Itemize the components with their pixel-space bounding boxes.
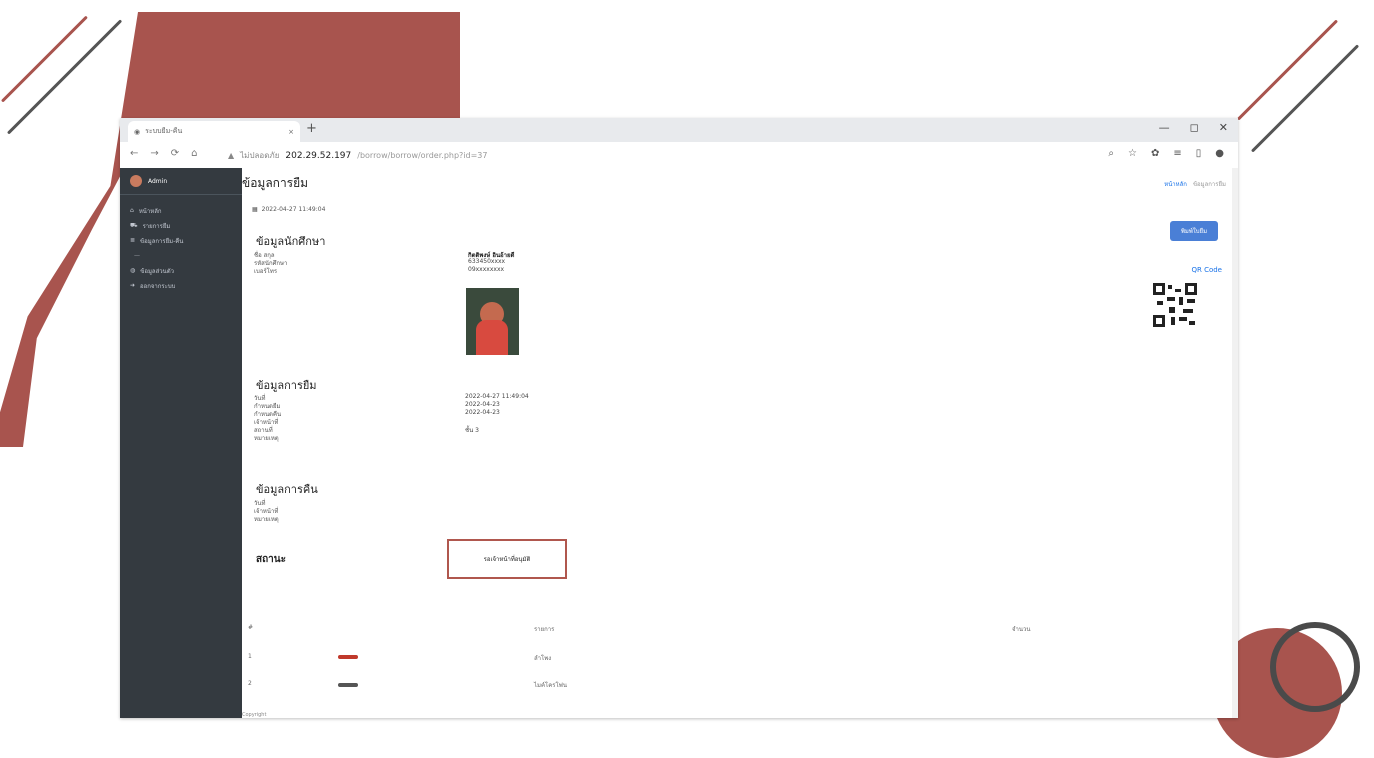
item-image xyxy=(338,683,358,687)
not-secure-label: ไม่ปลอดภัย xyxy=(240,151,280,160)
breadcrumb: หน้าหลัก ข้อมูลการยืม xyxy=(1164,179,1226,189)
warning-icon: ▲ xyxy=(228,151,235,160)
profile-icon[interactable]: ● xyxy=(1215,148,1224,159)
student-phone: 09xxxxxxxx xyxy=(468,266,505,273)
window-controls: — ◻ ✕ xyxy=(1159,121,1228,134)
browser-window: ◉ ระบบยืม-คืน × + — ◻ ✕ ← → ⟳ ⌂ ▲ ไม่ปลอ… xyxy=(120,118,1238,718)
student-heading: ข้อมูลนักศึกษา xyxy=(256,235,326,248)
borrow-due: 2022-04-23 xyxy=(465,409,500,416)
browser-toolbar-icons: ⌕ ☆ ✿ ≡ ▯ ● xyxy=(1108,148,1224,159)
home-icon: ⌂ xyxy=(130,207,134,214)
page-title: ข้อมูลการยืม xyxy=(242,176,309,190)
print-button[interactable]: พิมพ์ใบยืม xyxy=(1170,221,1218,241)
logout-icon: ➜ xyxy=(130,282,136,289)
user-icon: ◍ xyxy=(130,267,136,274)
tab-bar: ◉ ระบบยืม-คืน × + — ◻ ✕ xyxy=(120,118,1238,142)
main-content: ข้อมูลการยืม หน้าหลัก ข้อมูลการยืม ▦ 202… xyxy=(242,168,1232,718)
brand-name: Admin xyxy=(148,177,168,185)
minimize-button[interactable]: — xyxy=(1159,121,1170,134)
cart-icon: ⛟ xyxy=(130,221,138,229)
back-button[interactable]: ← xyxy=(130,148,138,159)
breadcrumb-home[interactable]: หน้าหลัก xyxy=(1164,179,1187,189)
status-label: สถานะ xyxy=(256,554,286,565)
forward-button[interactable]: → xyxy=(150,148,158,159)
table-header-no: # xyxy=(248,624,254,631)
url-host: 202.29.52.197 xyxy=(285,150,352,161)
list-icon: ≣ xyxy=(130,237,136,244)
url-field[interactable]: ▲ ไม่ปลอดภัย 202.29.52.197 /borrow/borro… xyxy=(228,149,487,162)
sidebar-item-label: ข้อมูลส่วนตัว xyxy=(140,267,174,275)
borrow-start: 2022-04-23 xyxy=(465,401,500,408)
borrow-date: 2022-04-27 11:49:04 xyxy=(465,393,529,400)
maximize-button[interactable]: ◻ xyxy=(1190,121,1199,134)
sidebar-item-history[interactable]: ≣ ข้อมูลการยืม-คืน xyxy=(120,233,242,248)
decor-line xyxy=(1236,19,1339,121)
table-header-qty: จำนวน xyxy=(1012,626,1031,633)
student-photo xyxy=(466,288,519,355)
qr-code-link[interactable]: QR Code xyxy=(1191,266,1222,274)
sidebar-item-borrow[interactable]: ⛟ รายการยืม xyxy=(120,218,242,233)
borrow-heading: ข้อมูลการยืม xyxy=(256,379,317,392)
table-row-no: 1 xyxy=(248,653,252,660)
order-date: ▦ 2022-04-27 11:49:04 xyxy=(252,206,325,213)
sidebar-item-label: หน้าหลัก xyxy=(138,207,162,215)
close-tab-icon[interactable]: × xyxy=(288,128,294,136)
borrow-location: ชั้น 3 xyxy=(465,427,479,434)
sidebar-item-label: รายการยืม xyxy=(142,222,171,230)
playlist-icon[interactable]: ≡ xyxy=(1173,148,1181,159)
table-header-item: รายการ xyxy=(534,626,555,633)
reload-button[interactable]: ⟳ xyxy=(171,148,179,159)
sidebar-item-logout[interactable]: ➜ ออกจากระบบ xyxy=(120,278,242,293)
home-button[interactable]: ⌂ xyxy=(191,148,197,159)
browser-tab[interactable]: ◉ ระบบยืม-คืน × xyxy=(128,121,300,142)
sidebar-subitem: — xyxy=(134,252,140,259)
logo-icon xyxy=(130,175,142,187)
globe-icon: ◉ xyxy=(134,127,141,136)
calendar-icon: ▦ xyxy=(252,206,258,213)
page-scrollbar[interactable] xyxy=(1232,168,1238,718)
sidebar-item-label: ข้อมูลการยืม-คืน xyxy=(140,237,184,245)
sidebar-brand[interactable]: Admin xyxy=(120,168,242,195)
address-bar: ← → ⟳ ⌂ ▲ ไม่ปลอดภัย 202.29.52.197 /borr… xyxy=(120,142,1238,169)
close-window-button[interactable]: ✕ xyxy=(1219,121,1228,134)
table-row-name: ลำโพง xyxy=(534,655,552,662)
breadcrumb-current: ข้อมูลการยืม xyxy=(1192,181,1226,188)
return-label: หมายเหตุ xyxy=(254,516,279,523)
student-id: 633450xxxx xyxy=(468,258,506,265)
table-row-no: 2 xyxy=(248,680,252,687)
sidebar-item-label: ออกจากระบบ xyxy=(140,282,176,290)
zoom-icon[interactable]: ⌕ xyxy=(1108,148,1114,159)
sidebar: Admin ⌂ หน้าหลัก ⛟ รายการยืม ≣ ข้อมูลการ… xyxy=(120,168,242,718)
sidebar-icon[interactable]: ▯ xyxy=(1196,148,1202,159)
sidebar-item-profile[interactable]: ◍ ข้อมูลส่วนตัว xyxy=(120,263,242,278)
borrow-label: หมายเหตุ xyxy=(254,435,279,442)
student-label: เบอร์โทร xyxy=(254,268,278,275)
new-tab-button[interactable]: + xyxy=(306,121,317,136)
order-date-value: 2022-04-27 11:49:04 xyxy=(261,206,326,213)
extensions-icon[interactable]: ✿ xyxy=(1151,148,1159,159)
return-heading: ข้อมูลการคืน xyxy=(256,483,318,496)
star-icon[interactable]: ☆ xyxy=(1128,148,1137,159)
decor-line xyxy=(0,15,88,103)
qr-code-icon xyxy=(1153,283,1197,327)
item-image xyxy=(338,655,358,659)
decor-ring xyxy=(1270,622,1360,712)
url-path: /borrow/borrow/order.php?id=37 xyxy=(357,151,488,160)
tab-title: ระบบยืม-คืน xyxy=(145,127,183,135)
status-badge: รอเจ้าหน้าที่อนุมัติ xyxy=(447,539,567,579)
decor-line xyxy=(1250,44,1360,153)
nav-buttons: ← → ⟳ ⌂ xyxy=(130,148,198,159)
footer: Copyright xyxy=(242,712,267,718)
table-row-name: ไมค์โครโฟน xyxy=(534,682,568,689)
sidebar-item-home[interactable]: ⌂ หน้าหลัก xyxy=(120,203,242,218)
